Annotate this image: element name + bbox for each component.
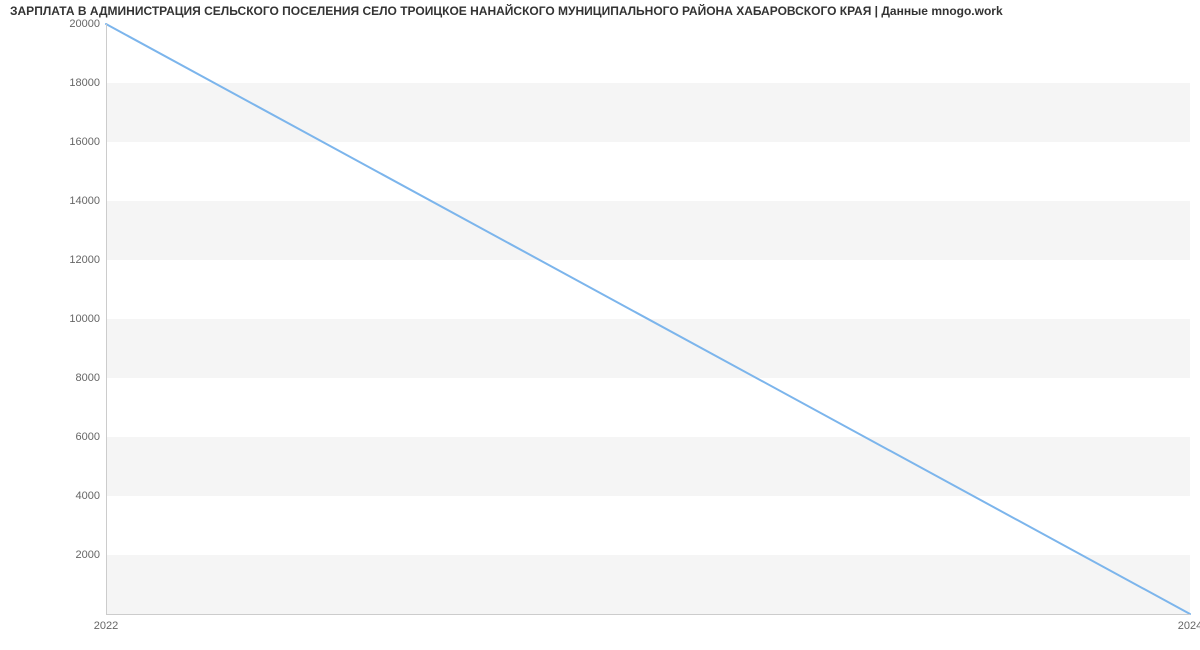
y-tick-label: 20000 <box>69 18 100 30</box>
y-tick-label: 4000 <box>76 490 100 502</box>
y-tick-label: 12000 <box>69 254 100 266</box>
line-series <box>106 24 1190 614</box>
y-tick-label: 8000 <box>76 372 100 384</box>
y-axis-line <box>106 24 107 614</box>
y-tick-label: 14000 <box>69 195 100 207</box>
y-tick-label: 18000 <box>69 77 100 89</box>
x-tick-label: 2022 <box>94 620 118 632</box>
y-tick-label: 10000 <box>69 313 100 325</box>
plot-area <box>106 24 1190 614</box>
chart-title: ЗАРПЛАТА В АДМИНИСТРАЦИЯ СЕЛЬСКОГО ПОСЕЛ… <box>10 4 1003 18</box>
y-tick-label: 6000 <box>76 431 100 443</box>
y-tick-label: 16000 <box>69 136 100 148</box>
y-tick-label: 2000 <box>76 549 100 561</box>
x-tick-label: 2024 <box>1178 620 1200 632</box>
x-axis-line <box>106 614 1190 615</box>
